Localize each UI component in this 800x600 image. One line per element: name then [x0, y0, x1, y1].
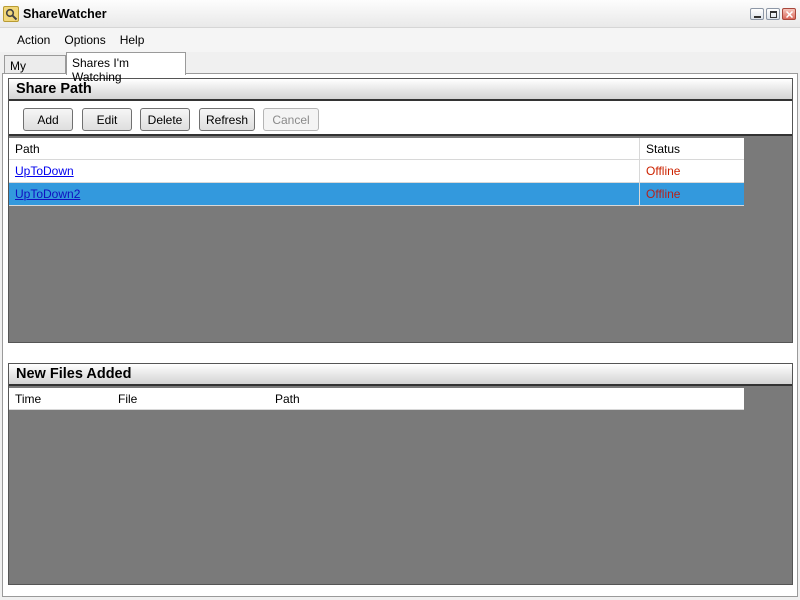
minimize-button[interactable]: [750, 8, 764, 20]
status-cell: Offline: [639, 160, 744, 182]
title-bar[interactable]: ShareWatcher: [0, 0, 800, 28]
share-path-link[interactable]: UpToDown2: [15, 187, 80, 201]
shares-grid-header: Path Status: [9, 138, 744, 160]
menu-action[interactable]: Action: [10, 33, 57, 47]
edit-button[interactable]: Edit: [82, 108, 132, 131]
menu-help[interactable]: Help: [113, 33, 152, 47]
maximize-button[interactable]: [766, 8, 780, 20]
share-path-panel: Share Path Add Edit Delete Refresh Cance…: [8, 78, 793, 343]
share-path-header: Share Path: [9, 79, 792, 101]
files-grid-header: Time File Path: [9, 388, 744, 410]
status-cell: Offline: [639, 183, 744, 205]
delete-button[interactable]: Delete: [140, 108, 190, 131]
column-header-time[interactable]: Time: [9, 388, 112, 409]
table-row[interactable]: UpToDown Offline: [9, 160, 744, 183]
tab-my-shares[interactable]: My Shares: [4, 55, 66, 87]
column-header-status[interactable]: Status: [639, 138, 744, 159]
shares-grid: Path Status UpToDown Offline UpToDown2 O…: [9, 138, 744, 206]
add-button[interactable]: Add: [23, 108, 73, 131]
magnifier-icon: [3, 6, 19, 22]
table-row-selected[interactable]: UpToDown2 Offline: [9, 183, 744, 206]
column-header-path[interactable]: Path: [269, 388, 744, 409]
share-toolbar: Add Edit Delete Refresh Cancel: [9, 101, 792, 136]
window-title: ShareWatcher: [23, 7, 107, 21]
new-files-panel: New Files Added Time File Path: [8, 363, 793, 585]
cancel-button[interactable]: Cancel: [263, 108, 319, 131]
menu-bar: Action Options Help: [0, 28, 800, 52]
refresh-button[interactable]: Refresh: [199, 108, 255, 131]
new-files-header: New Files Added: [9, 364, 792, 386]
tab-strip: My Shares Shares I'm Watching: [0, 52, 800, 87]
menu-options[interactable]: Options: [57, 33, 112, 47]
files-grid: Time File Path: [9, 388, 744, 410]
share-path-link[interactable]: UpToDown: [15, 164, 74, 178]
column-header-path[interactable]: Path: [9, 138, 639, 159]
column-header-file[interactable]: File: [112, 388, 269, 409]
tab-shares-watching[interactable]: Shares I'm Watching: [66, 52, 186, 84]
close-button[interactable]: [782, 8, 796, 20]
